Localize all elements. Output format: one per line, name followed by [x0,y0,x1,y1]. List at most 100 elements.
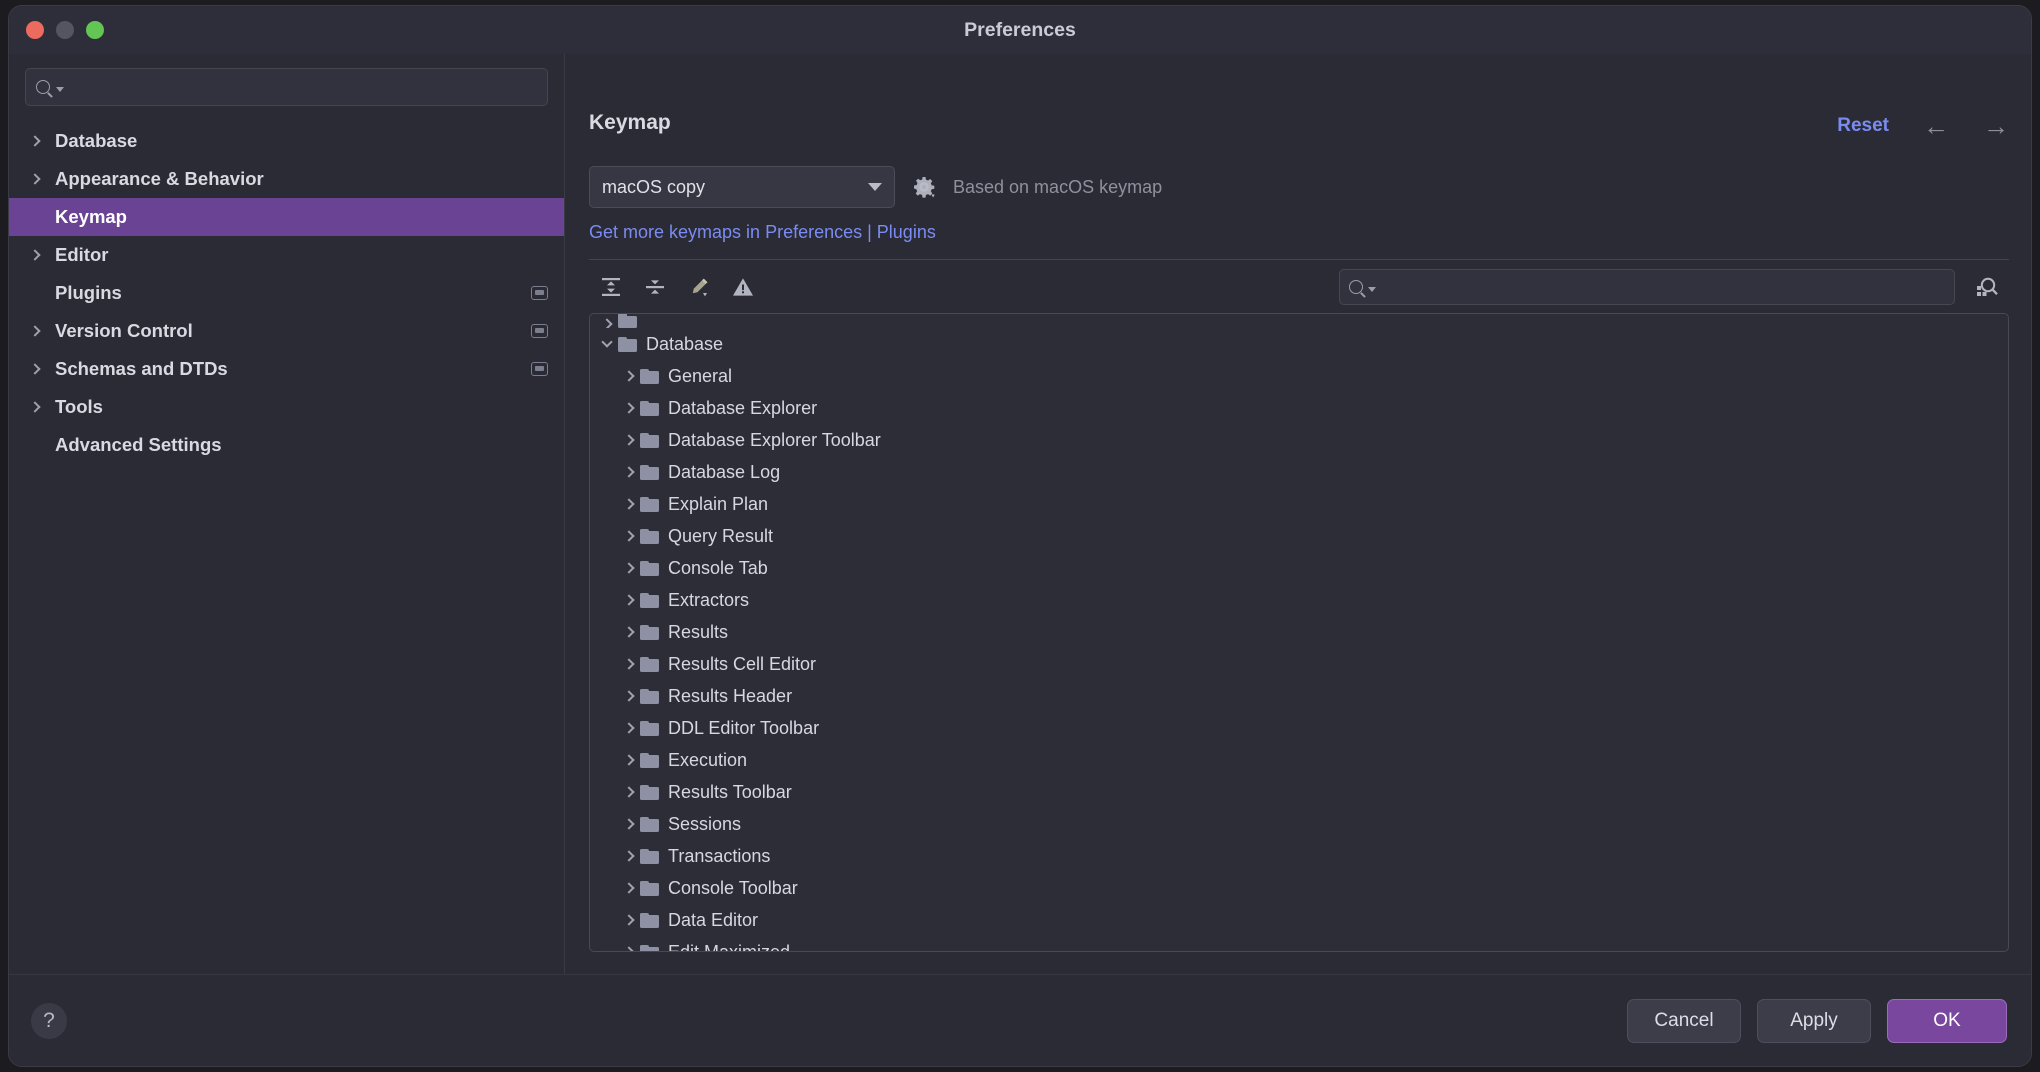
keymap-tree-panel[interactable]: DatabaseGeneralDatabase Explorer Database… [589,313,2009,952]
tree-row[interactable]: Results Header [590,680,2008,712]
chevron-glyph [623,914,634,925]
chevron-right-icon[interactable] [618,788,640,796]
chevron-right-icon[interactable] [25,403,45,411]
chevron-right-icon[interactable] [25,251,45,259]
search-icon [36,80,50,94]
help-button[interactable]: ? [31,1003,67,1039]
chevron-right-icon[interactable] [618,820,640,828]
tree-row-label: Results Toolbar [668,782,792,803]
chevron-right-icon[interactable] [618,500,640,508]
warning-icon [731,275,755,299]
sidebar-item-version-control[interactable]: Version Control [9,312,564,350]
chevron-right-icon[interactable] [25,327,45,335]
sidebar-item-advanced-settings[interactable]: Advanced Settings [9,426,564,464]
tree-row[interactable]: Database Log [590,456,2008,488]
chevron-down-icon[interactable] [596,342,618,346]
keymap-tree-scroll[interactable]: DatabaseGeneralDatabase Explorer Database… [590,314,2008,951]
keymap-search-field[interactable] [1339,269,1955,305]
expand-all-icon [599,275,623,299]
window-body: DatabaseAppearance & BehaviorKeymapEdito… [9,54,2031,974]
show-conflicts-button[interactable] [721,267,765,307]
chevron-right-icon[interactable] [25,365,45,373]
chevron-right-icon[interactable] [618,660,640,668]
chevron-right-icon[interactable] [596,320,618,328]
tree-row[interactable]: Database [590,328,2008,360]
chevron-right-icon[interactable] [618,852,640,860]
tree-row[interactable]: Database Explorer Toolbar [590,424,2008,456]
keymap-tree: DatabaseGeneralDatabase Explorer Database… [590,314,2008,951]
chevron-right-icon[interactable] [618,628,640,636]
tree-row[interactable]: Extractors [590,584,2008,616]
tree-row[interactable]: Sessions [590,808,2008,840]
search-options-caret-icon[interactable] [1368,287,1376,292]
sidebar-item-tools[interactable]: Tools [9,388,564,426]
chevron-right-icon[interactable] [25,175,45,183]
chevron-right-icon[interactable] [618,564,640,572]
tree-row-label: Data Editor [668,910,758,931]
sidebar-item-database[interactable]: Database [9,122,564,160]
ok-button[interactable]: OK [1887,999,2007,1043]
keymap-search-input[interactable] [1381,278,1945,295]
folder-icon [640,401,659,416]
tree-row[interactable]: Edit Maximized [590,936,2008,951]
search-options-caret-icon[interactable] [56,87,64,92]
chevron-right-glyph [29,135,40,146]
chevron-right-icon[interactable] [618,532,640,540]
sidebar-item-label: Database [55,130,137,152]
sidebar-item-plugins[interactable]: Plugins [9,274,564,312]
sidebar-item-keymap[interactable]: Keymap [9,198,564,236]
collapse-all-icon [643,275,667,299]
sidebar-item-schemas-and-dtds[interactable]: Schemas and DTDs [9,350,564,388]
tree-row[interactable]: Results Cell Editor [590,648,2008,680]
chevron-right-icon[interactable] [618,596,640,604]
tree-row-label: Database Explorer Toolbar [668,430,881,451]
sidebar-search-input[interactable] [70,78,537,96]
get-more-keymaps-link[interactable]: Get more keymaps in Preferences | Plugin… [589,222,936,243]
chevron-right-icon[interactable] [618,372,640,380]
tree-row[interactable]: Results Toolbar [590,776,2008,808]
tree-row-label: Edit Maximized [668,942,790,952]
tree-row[interactable]: Console Tab [590,552,2008,584]
tree-row-label: Database Log [668,462,780,483]
forward-arrow-icon[interactable]: → [1983,113,2009,139]
sidebar-item-label: Tools [55,396,103,418]
tree-row[interactable]: Transactions [590,840,2008,872]
back-arrow-icon[interactable]: ← [1923,113,1949,139]
chevron-right-icon[interactable] [618,756,640,764]
sidebar-item-appearance-behavior[interactable]: Appearance & Behavior [9,160,564,198]
expand-all-button[interactable] [589,267,633,307]
sidebar-item-editor[interactable]: Editor [9,236,564,274]
chevron-right-icon[interactable] [618,692,640,700]
chevron-right-icon[interactable] [618,468,640,476]
tree-row[interactable]: Explain Plan [590,488,2008,520]
reset-button[interactable]: Reset [1837,115,1889,137]
tree-row[interactable]: Database Explorer [590,392,2008,424]
edit-shortcut-button[interactable] [677,267,721,307]
tree-row-partial[interactable] [590,314,2008,328]
chevron-right-icon[interactable] [25,137,45,145]
apply-button[interactable]: Apply [1757,999,1871,1043]
keymap-settings-button[interactable] [911,174,937,200]
chevron-right-icon[interactable] [618,436,640,444]
chevron-right-icon[interactable] [618,724,640,732]
cancel-button[interactable]: Cancel [1627,999,1741,1043]
collapse-all-button[interactable] [633,267,677,307]
chevron-right-icon[interactable] [618,948,640,951]
find-by-shortcut-button[interactable] [1965,267,2009,307]
tree-row[interactable]: Console Toolbar [590,872,2008,904]
chevron-right-icon[interactable] [618,916,640,924]
keymap-dropdown[interactable]: macOS copy [589,166,895,208]
tree-row-label: Query Result [668,526,773,547]
tree-row[interactable]: Results [590,616,2008,648]
tree-row[interactable]: General [590,360,2008,392]
sidebar-item-badge-icon [531,286,548,300]
tree-row[interactable]: DDL Editor Toolbar [590,712,2008,744]
page-title: Keymap [589,112,671,133]
sidebar-search-field[interactable] [25,68,548,106]
sidebar-item-label: Plugins [55,282,122,304]
chevron-right-icon[interactable] [618,404,640,412]
tree-row[interactable]: Query Result [590,520,2008,552]
tree-row[interactable]: Execution [590,744,2008,776]
chevron-right-icon[interactable] [618,884,640,892]
tree-row[interactable]: Data Editor [590,904,2008,936]
